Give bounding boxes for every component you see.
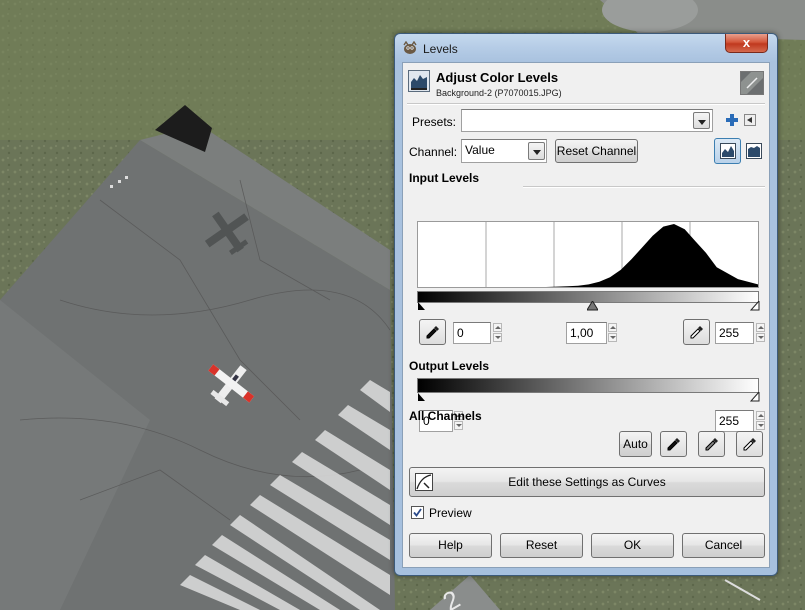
linear-histogram-button[interactable] xyxy=(714,138,741,164)
histogram-area xyxy=(418,224,758,287)
input-low-handle[interactable] xyxy=(417,302,427,311)
preview-label: Preview xyxy=(429,506,472,520)
eyedropper-black-icon xyxy=(667,438,680,451)
pick-gray-all-button[interactable] xyxy=(698,431,725,457)
image-thumbnail xyxy=(740,71,764,95)
plus-icon[interactable] xyxy=(725,113,739,127)
close-button[interactable]: x xyxy=(725,34,768,53)
curves-icon xyxy=(415,473,433,491)
triangle-left-icon[interactable] xyxy=(744,114,756,126)
input-high-field[interactable]: 255 xyxy=(715,322,754,344)
eyedropper-white-icon xyxy=(690,326,703,339)
output-levels-heading: Output Levels xyxy=(409,359,490,373)
levels-window: Levels x Adjust Color Levels Background-… xyxy=(394,33,778,576)
logarithmic-histogram-icon[interactable] xyxy=(746,143,762,159)
eyedropper-gray-icon xyxy=(705,438,718,451)
input-low-value: 0 xyxy=(457,326,464,340)
presets-combo[interactable] xyxy=(461,109,713,132)
output-low-handle[interactable] xyxy=(417,393,427,402)
help-button[interactable]: Help xyxy=(409,533,492,558)
output-high-handle[interactable] xyxy=(750,392,760,402)
output-high-value: 255 xyxy=(719,414,740,428)
checkmark-icon xyxy=(413,508,422,517)
auto-button[interactable]: Auto xyxy=(619,431,652,457)
image-name: Background-2 (P7070015.JPG) xyxy=(436,88,562,98)
reset-button[interactable]: Reset xyxy=(500,533,583,558)
title-bar[interactable]: Levels x xyxy=(395,34,777,62)
close-icon: x xyxy=(742,35,751,50)
input-high-handle[interactable] xyxy=(750,301,760,311)
output-gradient-bar xyxy=(417,378,759,393)
reset-channel-button[interactable]: Reset Channel xyxy=(555,139,638,163)
input-gamma-handle[interactable] xyxy=(587,301,598,311)
window-title: Levels xyxy=(423,42,458,56)
input-low-field[interactable]: 0 xyxy=(453,322,491,344)
input-levels-heading: Input Levels xyxy=(409,171,480,185)
presets-label: Presets: xyxy=(412,115,457,129)
chevron-down-icon[interactable] xyxy=(528,142,545,160)
pick-black-point-button[interactable] xyxy=(419,319,446,345)
input-gamma-field[interactable]: 1,00 xyxy=(566,322,607,344)
channel-value: Value xyxy=(465,143,495,157)
edit-as-curves-label: Edit these Settings as Curves xyxy=(508,475,666,489)
pick-white-all-button[interactable] xyxy=(736,431,763,457)
channel-combo[interactable]: Value xyxy=(461,139,547,163)
eyedropper-white-icon xyxy=(743,438,756,451)
eyedropper-black-icon xyxy=(426,326,439,339)
ok-button[interactable]: OK xyxy=(591,533,674,558)
separator xyxy=(523,186,765,188)
dialog-title: Adjust Color Levels xyxy=(436,70,559,85)
output-high-field[interactable]: 255 xyxy=(715,410,754,432)
histogram xyxy=(417,221,759,288)
linear-histogram-icon xyxy=(720,143,736,159)
chevron-down-icon[interactable] xyxy=(693,112,710,129)
separator xyxy=(407,103,765,105)
dialog-body: Adjust Color Levels Background-2 (P70700… xyxy=(402,62,770,568)
cancel-button[interactable]: Cancel xyxy=(682,533,765,558)
input-high-value: 255 xyxy=(719,326,740,340)
channel-label: Channel: xyxy=(409,145,458,159)
preview-checkbox[interactable] xyxy=(411,506,424,519)
input-gamma-value: 1,00 xyxy=(570,326,594,340)
all-channels-heading: All Channels xyxy=(409,409,482,423)
levels-icon xyxy=(408,70,430,92)
edit-as-curves-button[interactable]: Edit these Settings as Curves xyxy=(409,467,765,497)
pick-white-point-button[interactable] xyxy=(683,319,710,345)
gimp-icon xyxy=(403,41,417,54)
pick-black-all-button[interactable] xyxy=(660,431,687,457)
